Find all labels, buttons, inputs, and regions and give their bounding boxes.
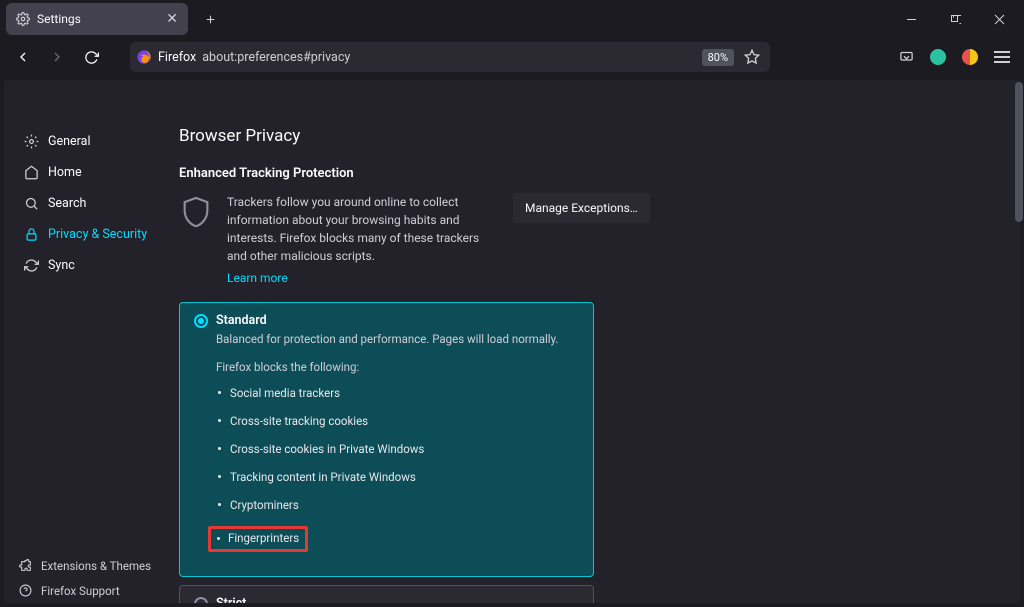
gear-icon (24, 134, 39, 149)
window-controls (890, 3, 1024, 35)
sidebar-item-label: General (48, 134, 91, 149)
lock-icon (24, 227, 39, 242)
back-button[interactable] (8, 42, 38, 72)
tab-close-icon[interactable]: ✕ (166, 11, 178, 27)
radio-strict[interactable] (194, 597, 208, 604)
puzzle-icon (18, 558, 33, 573)
page-title: Browser Privacy (179, 126, 1000, 146)
list-item: Cross-site cookies in Private Windows (216, 438, 579, 460)
section-title: Enhanced Tracking Protection (179, 166, 1000, 181)
standard-blocks-list: Social media trackers Cross-site trackin… (216, 382, 579, 556)
extension-icon-2[interactable] (956, 43, 984, 71)
sidebar-item-home[interactable]: Home (10, 159, 173, 186)
reload-button[interactable] (76, 42, 106, 72)
fingerprinters-highlight: Fingerprinters (208, 526, 308, 552)
sidebar-item-sync[interactable]: Sync (10, 252, 173, 279)
sidebar-extensions-themes[interactable]: Extensions & Themes (4, 553, 179, 578)
sidebar-item-general[interactable]: General (10, 128, 173, 155)
maximize-button[interactable] (934, 3, 976, 35)
titlebar: Settings ✕ (0, 0, 1024, 38)
list-item-fingerprinters: Fingerprinters (216, 522, 579, 556)
list-item: Social media trackers (216, 382, 579, 404)
forward-button[interactable] (42, 42, 72, 72)
browser-toolbar: Firefox about:preferences#privacy 80% (0, 38, 1024, 76)
sidebar-item-privacy[interactable]: Privacy & Security (10, 221, 173, 248)
option-title: Strict (216, 596, 246, 603)
option-subtitle: Balanced for protection and performance.… (216, 332, 579, 346)
firefox-icon (136, 49, 152, 65)
sidebar-item-label: Privacy & Security (48, 227, 147, 242)
list-item: Cross-site tracking cookies (216, 410, 579, 432)
sidebar-item-label: Home (48, 165, 82, 180)
protection-option-standard[interactable]: Standard Balanced for protection and per… (179, 302, 594, 577)
gear-icon (16, 12, 30, 26)
shield-icon (179, 193, 213, 231)
search-icon (24, 196, 39, 211)
sidebar-footer-label: Extensions & Themes (41, 559, 151, 573)
home-icon (24, 165, 39, 180)
extension-icon-1[interactable] (924, 43, 952, 71)
tab-title: Settings (37, 12, 159, 26)
scrollbar[interactable] (1015, 82, 1023, 222)
blocks-label: Firefox blocks the following: (216, 360, 579, 374)
sync-icon (24, 258, 39, 273)
new-tab-button[interactable] (196, 5, 224, 33)
chevron-down-icon[interactable]: ⌄ (570, 600, 579, 603)
manage-exceptions-button[interactable]: Manage Exceptions… (513, 193, 650, 223)
url-label: Firefox (158, 50, 196, 65)
close-button[interactable] (978, 3, 1020, 35)
question-icon (18, 583, 33, 598)
list-item: Tracking content in Private Windows (216, 466, 579, 488)
pocket-icon[interactable] (892, 43, 920, 71)
protection-option-strict[interactable]: Strict ⌄ Stronger protection, but may ca… (179, 585, 594, 603)
tracking-description: Trackers follow you around online to col… (227, 193, 487, 265)
bookmark-star-icon[interactable] (744, 49, 760, 65)
url-bar[interactable]: Firefox about:preferences#privacy 80% (130, 42, 770, 72)
list-item: Cryptominers (216, 494, 579, 516)
tracking-protection-header: Trackers follow you around online to col… (179, 193, 1000, 286)
minimize-button[interactable] (890, 3, 932, 35)
zoom-indicator[interactable]: 80% (702, 49, 734, 66)
browser-tab[interactable]: Settings ✕ (6, 3, 188, 35)
radio-standard[interactable] (194, 314, 208, 328)
settings-main-panel: Browser Privacy Enhanced Tracking Protec… (179, 80, 1020, 603)
sidebar-item-label: Search (48, 196, 86, 211)
sidebar-item-search[interactable]: Search (10, 190, 173, 217)
option-title: Standard (216, 313, 267, 328)
sidebar-footer-label: Firefox Support (41, 584, 120, 598)
url-value: about:preferences#privacy (202, 50, 695, 65)
app-menu-button[interactable] (988, 43, 1016, 71)
settings-sidebar: General Home Search Privacy & Security S… (4, 80, 179, 603)
sidebar-firefox-support[interactable]: Firefox Support (4, 578, 179, 603)
learn-more-link[interactable]: Learn more (227, 271, 288, 285)
sidebar-item-label: Sync (48, 258, 75, 273)
